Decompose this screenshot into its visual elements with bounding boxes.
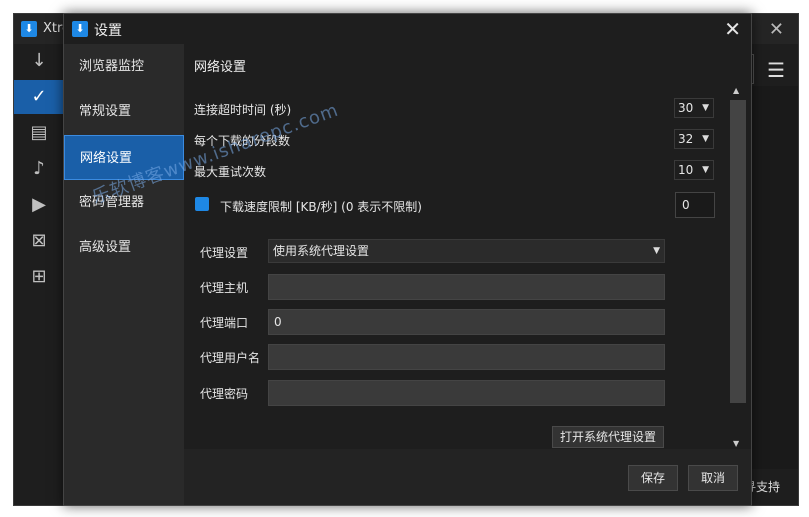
- speed-limit-label: 下载速度限制 [KB/秒] (0 表示不限制): [220, 200, 422, 214]
- dialog-button-bar: 保存 取消: [184, 449, 751, 505]
- proxy-user-label: 代理用户名: [200, 351, 261, 365]
- chevron-down-icon: ▼: [653, 246, 660, 256]
- nav-advanced-settings[interactable]: 高级设置: [64, 225, 184, 270]
- scroll-thumb[interactable]: [730, 100, 746, 403]
- proxy-password-label: 代理密码: [200, 387, 249, 401]
- chevron-down-icon: ▼: [702, 134, 709, 144]
- main-close-icon[interactable]: ✕: [769, 19, 784, 40]
- proxy-host-label: 代理主机: [200, 281, 249, 295]
- proxy-password-field[interactable]: [268, 380, 665, 406]
- proxy-port-field[interactable]: 0: [268, 309, 665, 335]
- hamburger-menu-icon[interactable]: ☰: [767, 58, 785, 82]
- section-title: 网络设置: [194, 60, 247, 75]
- archive-icon[interactable]: ⊠: [14, 224, 64, 258]
- nav-general-settings[interactable]: 常规设置: [64, 89, 184, 134]
- open-system-proxy-button[interactable]: 打开系统代理设置: [552, 426, 664, 448]
- proxy-mode-value: 使用系统代理设置: [273, 244, 370, 258]
- retries-value: 10: [678, 163, 694, 177]
- settings-scrollbar[interactable]: ▲ ▼: [729, 86, 747, 448]
- proxy-port-label: 代理端口: [200, 316, 249, 330]
- scroll-up-icon[interactable]: ▲: [733, 86, 739, 95]
- timeout-select[interactable]: 30 ▼: [674, 98, 714, 118]
- main-sidebar: ↓ ✓ ▤ ♪ ▶ ⊠ ⊞: [14, 44, 64, 505]
- music-icon[interactable]: ♪: [14, 152, 64, 186]
- dialog-app-icon: ⬇: [72, 21, 88, 37]
- chevron-down-icon: ▼: [702, 103, 709, 113]
- dialog-title: 设置: [94, 23, 122, 39]
- dialog-close-icon[interactable]: ✕: [724, 17, 741, 41]
- proxy-host-field[interactable]: [268, 274, 665, 300]
- cancel-button[interactable]: 取消: [688, 465, 738, 491]
- proxy-mode-label: 代理设置: [200, 246, 249, 260]
- completed-check-icon[interactable]: ✓: [14, 80, 64, 114]
- settings-nav: 浏览器监控 常规设置 网络设置 密码管理器 高级设置: [64, 44, 184, 505]
- speed-limit-checkbox[interactable]: [195, 197, 209, 211]
- settings-content: 网络设置 连接超时时间 (秒) 30 ▼ 每个下载的分段数 32 ▼ 最大重试次…: [184, 44, 751, 505]
- speed-limit-input[interactable]: 0: [675, 192, 715, 218]
- dialog-titlebar: ⬇ 设置 ✕: [64, 14, 751, 44]
- proxy-mode-select[interactable]: 使用系统代理设置 ▼: [268, 239, 665, 263]
- download-arrow-icon[interactable]: ↓: [14, 44, 64, 78]
- settings-dialog: ⬇ 设置 ✕ 浏览器监控 常规设置 网络设置 密码管理器 高级设置 网络设置 连…: [63, 13, 752, 506]
- timeout-value: 30: [678, 101, 694, 115]
- scroll-down-icon[interactable]: ▼: [733, 439, 739, 448]
- save-button[interactable]: 保存: [628, 465, 678, 491]
- nav-browser-monitor[interactable]: 浏览器监控: [64, 44, 184, 89]
- segments-select[interactable]: 32 ▼: [674, 129, 714, 149]
- retries-select[interactable]: 10 ▼: [674, 160, 714, 180]
- document-icon[interactable]: ▤: [14, 116, 64, 150]
- proxy-user-field[interactable]: [268, 344, 665, 370]
- video-icon[interactable]: ▶: [14, 188, 64, 222]
- chevron-down-icon: ▼: [702, 165, 709, 175]
- app-download-icon: ⬇: [21, 21, 37, 37]
- segments-value: 32: [678, 132, 694, 146]
- grid-icon[interactable]: ⊞: [14, 260, 64, 294]
